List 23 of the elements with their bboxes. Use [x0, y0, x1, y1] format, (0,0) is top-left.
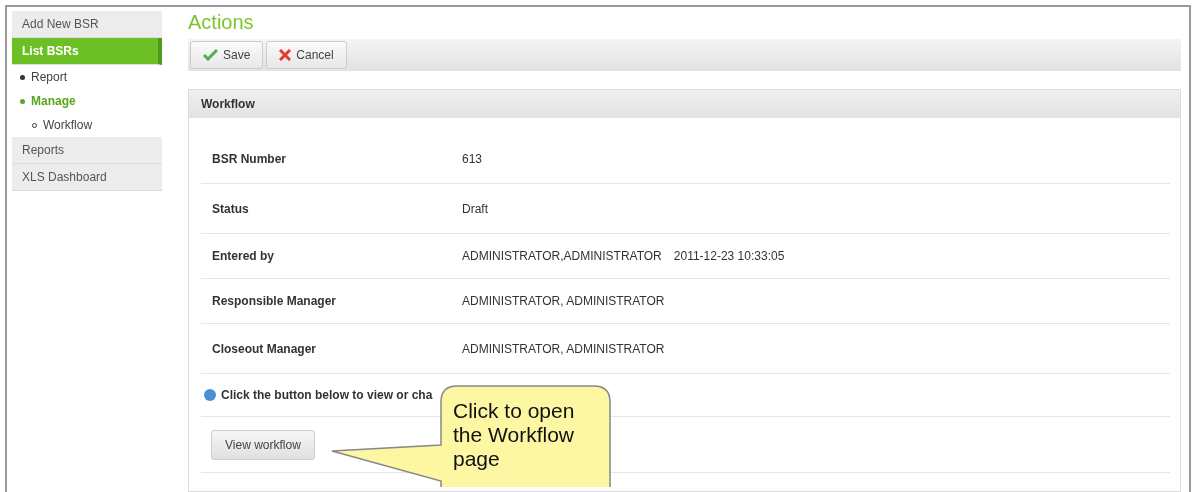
- view-workflow-button[interactable]: View workflow: [211, 429, 315, 460]
- callout-text: Click to open the Workflow page: [453, 399, 576, 471]
- field-label: Entered by: [212, 249, 275, 263]
- field-label: Responsible Manager: [212, 294, 338, 308]
- save-button[interactable]: Save: [190, 41, 264, 69]
- field-label: Closeout Manager: [212, 341, 317, 356]
- field-value: ADMINISTRATOR, ADMINISTRATOR: [462, 341, 665, 356]
- field-value: ADMINISTRATOR, ADMINISTRATOR: [462, 294, 665, 308]
- field-label: Status: [212, 201, 250, 216]
- field-label: BSR Number: [212, 151, 287, 166]
- cancel-button[interactable]: Cancel: [266, 41, 347, 69]
- info-text: Click the button below to view or cha: [221, 388, 433, 402]
- sidebar-item[interactable]: Reports: [12, 137, 162, 164]
- panel-title: Workflow: [201, 97, 255, 111]
- sidebar-item[interactable]: XLS Dashboard: [12, 164, 162, 191]
- sidebar-subitem[interactable]: Workflow: [12, 113, 162, 137]
- field-value: ADMINISTRATOR,ADMINISTRATOR: [462, 249, 662, 263]
- page-title: Actions: [188, 11, 255, 35]
- field-value: 2011-12-23 10:33:05: [673, 249, 785, 263]
- sidebar-subitem[interactable]: Report: [12, 65, 162, 89]
- field-value: 613: [462, 151, 483, 166]
- field-value: Draft: [462, 201, 488, 216]
- sidebar-item[interactable]: Add New BSR: [12, 11, 162, 38]
